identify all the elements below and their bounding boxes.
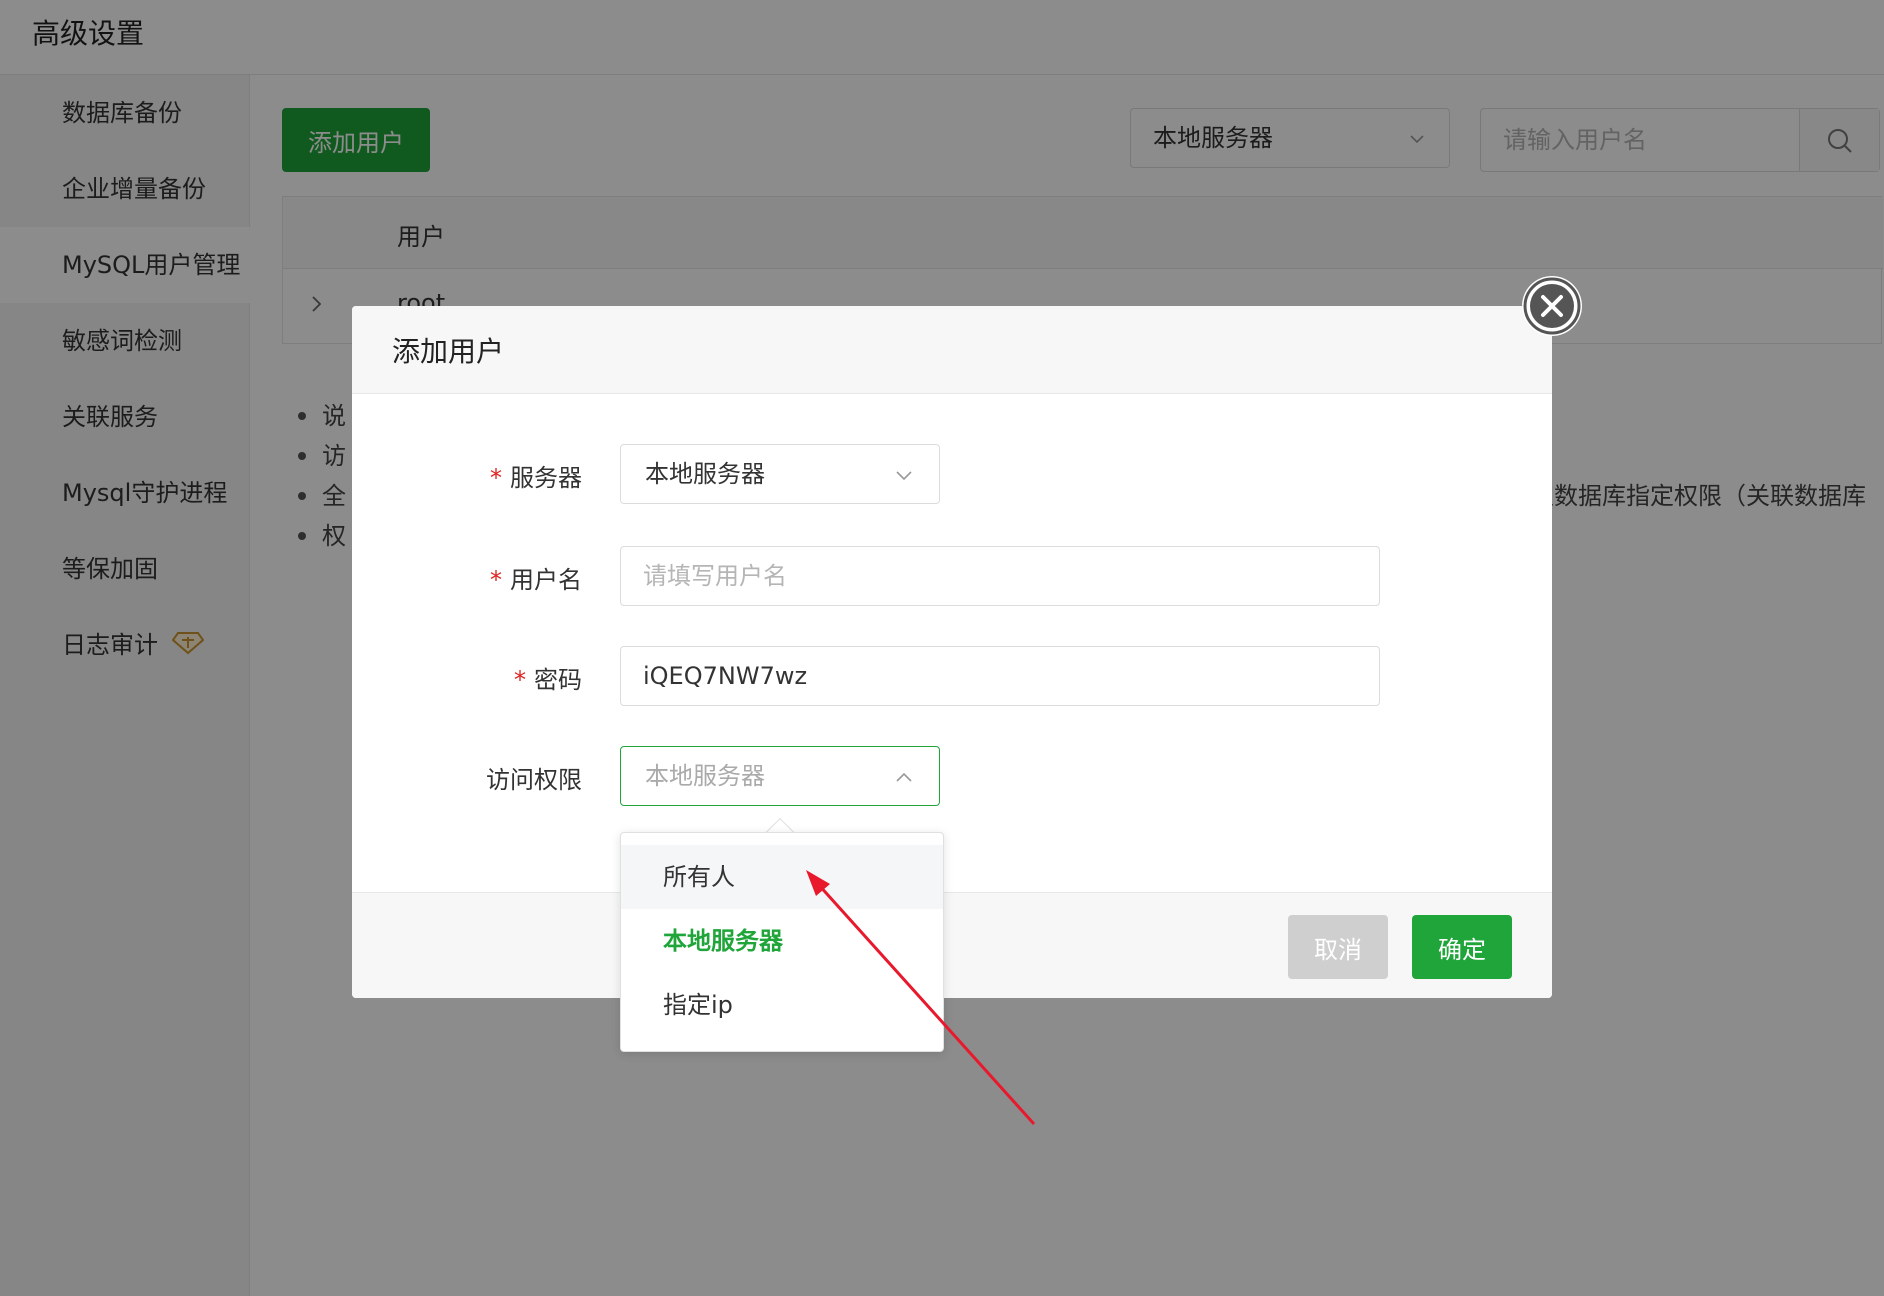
username-field[interactable] xyxy=(620,546,1380,606)
form-row-access: 访问权限 本地服务器 xyxy=(352,746,1552,806)
close-dialog-button[interactable] xyxy=(1522,276,1582,336)
access-label: 访问权限 xyxy=(486,766,582,794)
server-label: * 服务器 xyxy=(490,458,582,493)
server-label-text: 服务器 xyxy=(510,464,582,492)
form-row-password: * 密码 xyxy=(352,646,1552,706)
dropdown-option-specified-ip[interactable]: 指定ip xyxy=(621,973,943,1037)
required-mark: * xyxy=(490,566,502,594)
add-user-dialog: 添加用户 * 服务器 本地服务器 * 用户名 * 密码 访问权限 本地服务器 取消 确… xyxy=(352,306,1552,998)
username-label-text: 用户名 xyxy=(510,566,582,594)
password-label-text: 密码 xyxy=(534,666,582,694)
server-select[interactable]: 本地服务器 xyxy=(620,444,940,504)
access-dropdown-menu: 所有人 本地服务器 指定ip xyxy=(620,832,944,1052)
form-row-server: * 服务器 本地服务器 xyxy=(352,444,1552,504)
password-label: * 密码 xyxy=(514,660,582,695)
dropdown-option-local-server[interactable]: 本地服务器 xyxy=(621,909,943,973)
chevron-down-icon xyxy=(896,471,912,481)
confirm-button[interactable]: 确定 xyxy=(1412,915,1512,979)
access-select-value: 本地服务器 xyxy=(645,762,765,790)
cancel-button[interactable]: 取消 xyxy=(1288,915,1388,979)
username-label: * 用户名 xyxy=(490,560,582,595)
server-select-value: 本地服务器 xyxy=(645,460,765,488)
close-icon xyxy=(1523,277,1581,335)
password-field[interactable] xyxy=(620,646,1380,706)
dialog-header: 添加用户 xyxy=(352,306,1552,394)
dialog-title: 添加用户 xyxy=(392,335,505,368)
required-mark: * xyxy=(514,666,526,694)
access-select[interactable]: 本地服务器 xyxy=(620,746,940,806)
form-row-username: * 用户名 xyxy=(352,546,1552,606)
chevron-up-icon xyxy=(896,772,912,782)
dropdown-option-everyone[interactable]: 所有人 xyxy=(621,845,943,909)
required-mark: * xyxy=(490,464,502,492)
dialog-footer: 取消 确定 xyxy=(352,892,1552,998)
